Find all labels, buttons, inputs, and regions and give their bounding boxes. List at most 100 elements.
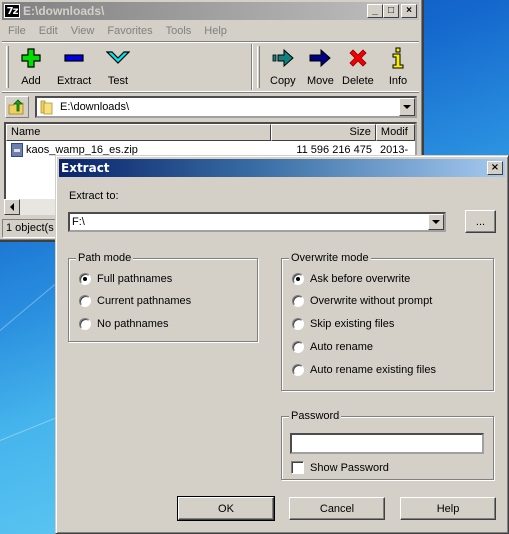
show-password-label: Show Password bbox=[310, 461, 389, 474]
up-folder-icon bbox=[8, 99, 24, 115]
radio-button-checked[interactable] bbox=[292, 273, 304, 285]
radio-no-pathnames[interactable]: No pathnames bbox=[79, 318, 169, 330]
address-combo[interactable]: E:\downloads\ bbox=[35, 96, 417, 118]
menu-view[interactable]: View bbox=[65, 23, 102, 39]
extract-dialog: Extract × Extract to: F:\ ... Path mode … bbox=[55, 155, 509, 534]
radio-auto-rename-existing-files[interactable]: Auto rename existing files bbox=[292, 364, 436, 376]
main-window-title: E:\downloads\ bbox=[23, 4, 105, 18]
maximize-button[interactable]: □ bbox=[383, 4, 399, 18]
delete-button[interactable]: Delete bbox=[342, 47, 374, 87]
chevron-down-icon bbox=[432, 220, 440, 224]
address-bar: E:\downloads\ bbox=[2, 94, 419, 120]
folder-icon bbox=[40, 100, 53, 115]
minus-icon bbox=[62, 47, 86, 69]
radio-button[interactable] bbox=[79, 295, 91, 307]
radio-button[interactable] bbox=[79, 318, 91, 330]
copy-arrow-icon bbox=[271, 47, 295, 69]
test-button[interactable]: Test bbox=[106, 47, 130, 87]
radio-full-pathnames[interactable]: Full pathnames bbox=[79, 273, 172, 285]
chevron-left-icon bbox=[10, 203, 14, 211]
info-label: Info bbox=[388, 75, 408, 87]
chevron-down-icon bbox=[403, 105, 411, 109]
cancel-button[interactable]: Cancel bbox=[289, 497, 385, 520]
browse-button[interactable]: ... bbox=[465, 210, 496, 233]
ok-button[interactable]: OK bbox=[177, 496, 275, 521]
radio-current-pathnames[interactable]: Current pathnames bbox=[79, 295, 191, 307]
horizontal-scrollbar[interactable] bbox=[4, 199, 56, 215]
overwrite-mode-group: Overwrite mode Ask before overwrite Over… bbox=[281, 252, 494, 391]
extract-to-combo[interactable]: F:\ bbox=[68, 212, 446, 232]
column-size[interactable]: Size bbox=[270, 124, 376, 141]
add-label: Add bbox=[21, 75, 41, 87]
extract-to-label: Extract to: bbox=[69, 190, 119, 202]
scroll-left-button[interactable] bbox=[4, 199, 20, 215]
status-bar: 1 object(s bbox=[2, 219, 62, 238]
dialog-title-bar[interactable]: Extract × bbox=[59, 159, 505, 177]
path-mode-legend: Path mode bbox=[76, 252, 134, 264]
close-icon: × bbox=[406, 5, 412, 16]
radio-label: Full pathnames bbox=[97, 273, 173, 285]
minimize-button[interactable]: _ bbox=[367, 4, 383, 18]
radio-button-checked[interactable] bbox=[79, 273, 91, 285]
delete-x-icon bbox=[346, 47, 370, 69]
move-arrow-icon bbox=[308, 47, 332, 69]
test-label: Test bbox=[107, 75, 129, 87]
radio-button[interactable] bbox=[292, 295, 304, 307]
toolbar: Add Extract Test Copy Move Delete Info bbox=[2, 41, 419, 92]
column-modified[interactable]: Modif bbox=[375, 124, 415, 141]
password-legend: Password bbox=[289, 410, 342, 422]
extract-to-value: F:\ bbox=[72, 216, 85, 228]
dialog-title: Extract bbox=[61, 161, 110, 175]
plus-icon bbox=[19, 47, 43, 69]
toolbar-grip[interactable] bbox=[6, 46, 9, 88]
file-list-header: Name Size Modif bbox=[6, 124, 415, 141]
maximize-icon: □ bbox=[387, 5, 395, 16]
move-label: Move bbox=[307, 75, 334, 87]
help-button[interactable]: Help bbox=[400, 497, 496, 520]
radio-label: No pathnames bbox=[97, 318, 169, 330]
close-icon: × bbox=[490, 162, 500, 173]
password-input[interactable] bbox=[290, 433, 484, 454]
toolbar-grip[interactable] bbox=[257, 46, 260, 88]
show-password-checkbox-row[interactable]: Show Password bbox=[291, 461, 389, 474]
column-name[interactable]: Name bbox=[6, 124, 271, 141]
radio-label: Current pathnames bbox=[97, 295, 192, 307]
show-password-checkbox[interactable] bbox=[291, 461, 304, 474]
radio-label: Skip existing files bbox=[310, 318, 395, 330]
menu-edit[interactable]: Edit bbox=[33, 23, 65, 39]
overwrite-mode-legend: Overwrite mode bbox=[289, 252, 371, 264]
info-button[interactable]: Info bbox=[386, 47, 410, 87]
copy-button[interactable]: Copy bbox=[270, 47, 296, 87]
radio-label: Ask before overwrite bbox=[310, 273, 411, 285]
radio-button[interactable] bbox=[292, 364, 304, 376]
path-mode-group: Path mode Full pathnames Current pathnam… bbox=[68, 252, 258, 342]
extract-to-dropdown-button[interactable] bbox=[428, 214, 444, 230]
radio-auto-rename[interactable]: Auto rename bbox=[292, 341, 373, 353]
add-button[interactable]: Add bbox=[19, 47, 43, 87]
extract-button[interactable]: Extract bbox=[57, 47, 91, 87]
toolbar-separator bbox=[251, 44, 253, 90]
menu-favorites[interactable]: Favorites bbox=[101, 23, 159, 39]
dialog-close-button[interactable]: × bbox=[487, 161, 503, 175]
radio-button[interactable] bbox=[292, 341, 304, 353]
close-button[interactable]: × bbox=[401, 4, 417, 18]
radio-label: Auto rename existing files bbox=[310, 364, 436, 376]
main-title-bar[interactable]: 7z E:\downloads\ _ □ × bbox=[2, 2, 419, 20]
menu-file[interactable]: File bbox=[4, 23, 33, 39]
address-text: E:\downloads\ bbox=[60, 101, 130, 113]
menu-help[interactable]: Help bbox=[198, 23, 234, 39]
radio-overwrite-without-prompt[interactable]: Overwrite without prompt bbox=[292, 295, 432, 307]
up-folder-button[interactable] bbox=[5, 96, 29, 118]
7zip-app-icon: 7z bbox=[4, 4, 20, 18]
menu-bar: File Edit View Favorites Tools Help bbox=[4, 23, 234, 39]
desktop-wallpaper-streak bbox=[0, 278, 62, 331]
menu-tools[interactable]: Tools bbox=[160, 23, 199, 39]
address-dropdown-button[interactable] bbox=[399, 98, 415, 116]
radio-button[interactable] bbox=[292, 318, 304, 330]
radio-ask-before-overwrite[interactable]: Ask before overwrite bbox=[292, 273, 410, 285]
delete-label: Delete bbox=[342, 75, 374, 87]
check-chevron-icon bbox=[106, 47, 130, 69]
move-button[interactable]: Move bbox=[307, 47, 334, 87]
radio-label: Auto rename bbox=[310, 341, 373, 353]
radio-skip-existing-files[interactable]: Skip existing files bbox=[292, 318, 394, 330]
